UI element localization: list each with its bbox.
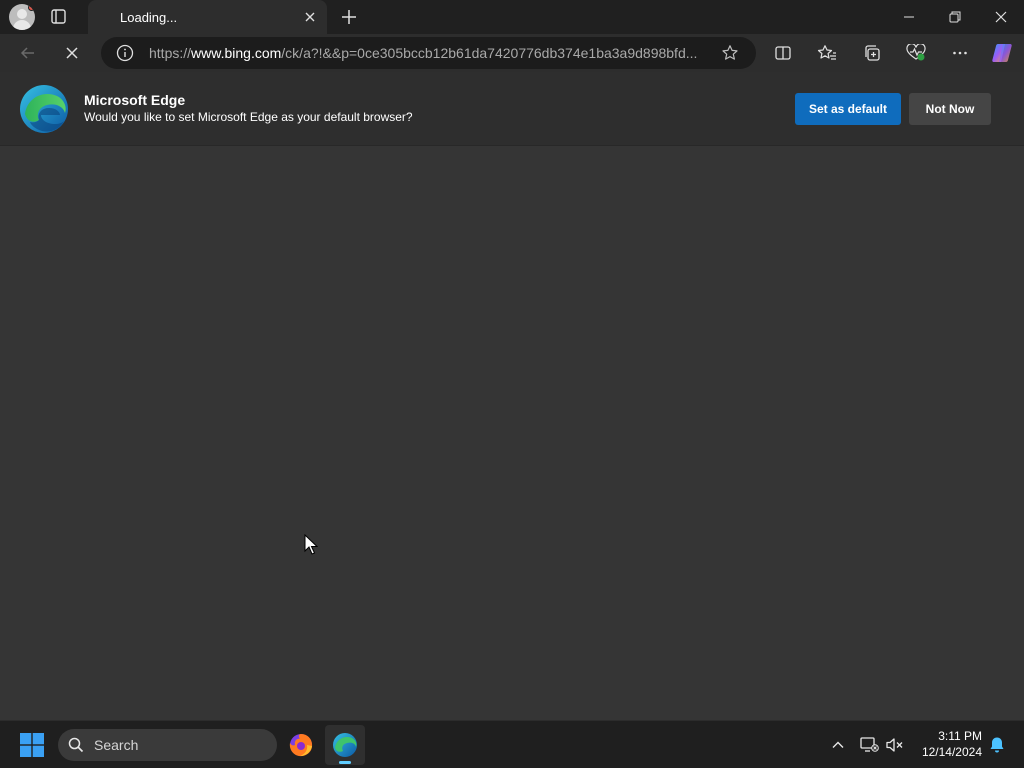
tab-close-icon[interactable] (302, 9, 318, 25)
url-path: /ck/a?!&&p=0ce305bccb12b61da7420776db374… (281, 45, 698, 61)
edge-icon[interactable] (325, 725, 365, 765)
tab-active[interactable]: Loading... (88, 0, 327, 34)
restore-icon[interactable] (932, 0, 978, 34)
mouse-cursor-icon (304, 533, 319, 556)
tab-actions-icon[interactable] (50, 9, 68, 25)
split-screen-icon[interactable] (769, 40, 797, 66)
edge-logo-icon (19, 84, 69, 134)
browser-essentials-icon[interactable] (902, 40, 930, 66)
url-text[interactable]: https://www.bing.com/ck/a?!&&p=0ce305bcc… (149, 45, 697, 61)
site-info-icon[interactable] (116, 44, 134, 62)
windows-start-icon[interactable] (20, 733, 44, 757)
infobar-title: Microsoft Edge (84, 92, 186, 108)
show-hidden-icons-chevron-up-icon[interactable] (828, 735, 848, 755)
clock-date: 12/14/2024 (921, 745, 982, 759)
collections-icon[interactable] (858, 40, 886, 66)
infobar-message: Would you like to set Microsoft Edge as … (84, 110, 413, 124)
new-tab-icon[interactable] (339, 7, 359, 27)
not-now-button[interactable]: Not Now (909, 93, 991, 125)
notification-bell-icon[interactable] (987, 735, 1007, 755)
copilot-icon[interactable] (988, 40, 1016, 66)
profile-avatar-icon[interactable] (9, 4, 35, 30)
search-icon (68, 737, 84, 753)
firefox-icon[interactable] (281, 725, 321, 765)
url-prefix: https:// (149, 45, 192, 61)
browser-toolbar: https://www.bing.com/ck/a?!&&p=0ce305bcc… (0, 34, 1024, 72)
stop-loading-icon[interactable] (58, 40, 86, 66)
back-icon[interactable] (14, 40, 42, 66)
favorite-star-icon[interactable] (721, 44, 739, 62)
tab-title: Loading... (120, 10, 178, 25)
system-clock[interactable]: 3:11 PM 12/14/2024 (912, 728, 982, 760)
network-icon[interactable] (859, 735, 879, 755)
minimize-icon[interactable] (886, 0, 932, 34)
page-content[interactable] (0, 146, 1024, 720)
favorites-icon[interactable] (813, 40, 841, 66)
default-browser-infobar: Microsoft Edge Would you like to set Mic… (0, 72, 1024, 146)
title-bar: Loading... (0, 0, 1024, 34)
volume-muted-icon[interactable] (885, 735, 905, 755)
url-domain: www.bing.com (191, 45, 282, 61)
set-as-default-button[interactable]: Set as default (795, 93, 901, 125)
taskbar: Search 3:11 PM 12/14/2024 (0, 720, 1024, 768)
taskbar-search-box[interactable]: Search (58, 729, 277, 761)
clock-time: 3:11 PM (938, 729, 982, 743)
active-app-indicator (339, 761, 351, 764)
more-icon[interactable] (946, 40, 974, 66)
close-window-icon[interactable] (978, 0, 1024, 34)
address-bar[interactable]: https://www.bing.com/ck/a?!&&p=0ce305bcc… (101, 37, 756, 69)
search-placeholder: Search (94, 737, 139, 753)
